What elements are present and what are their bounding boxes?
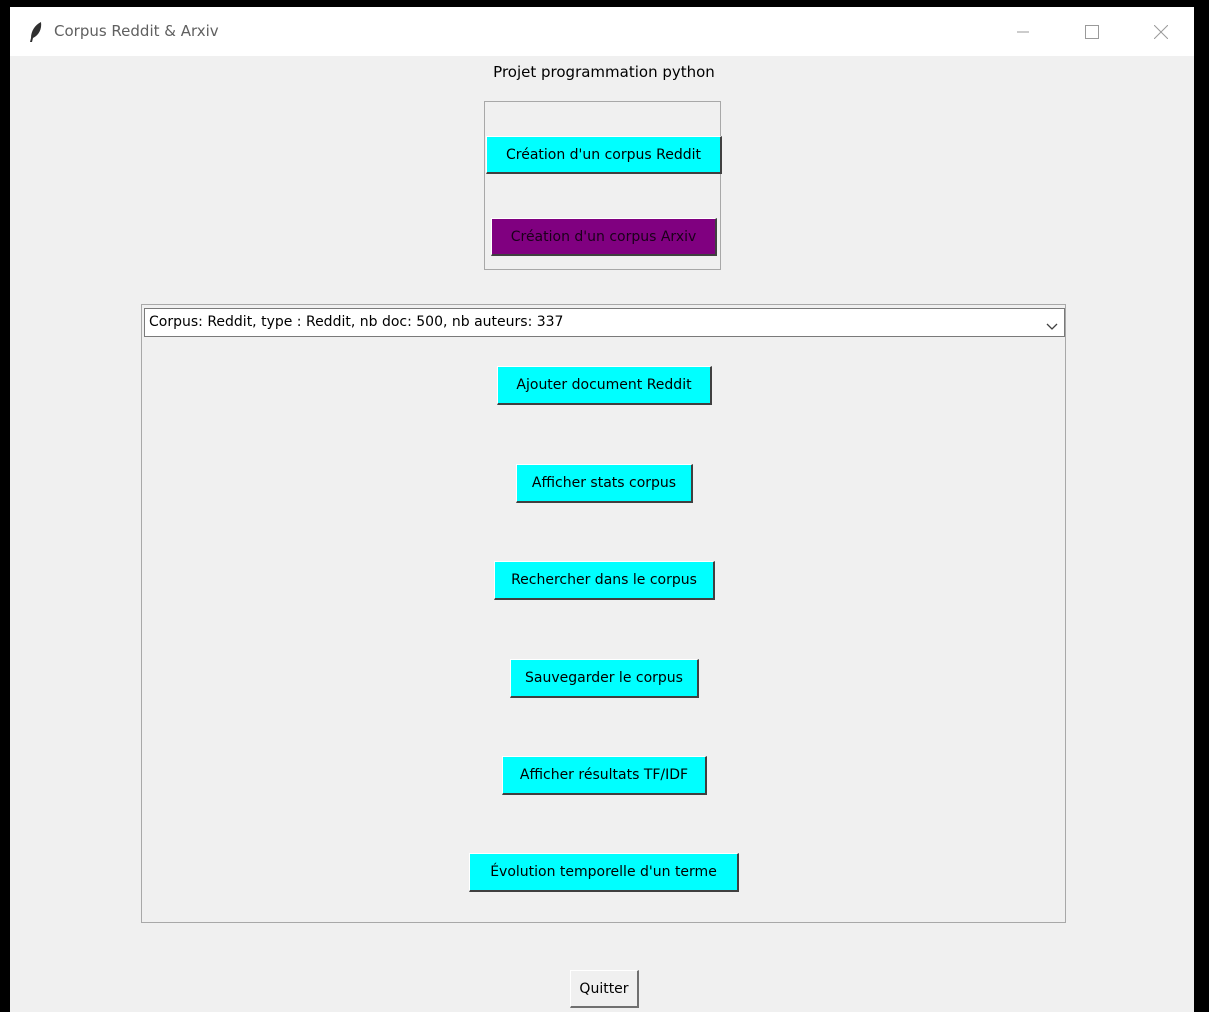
save-corpus-button[interactable]: Sauvegarder le corpus (510, 659, 699, 698)
chevron-down-icon[interactable] (1046, 317, 1058, 330)
feather-icon (29, 21, 43, 43)
window-title: Corpus Reddit & Arxiv (54, 22, 219, 40)
create-arxiv-corpus-button[interactable]: Création d'un corpus Arxiv (491, 218, 717, 256)
term-evolution-button[interactable]: Évolution temporelle d'un terme (469, 853, 739, 892)
create-reddit-corpus-button[interactable]: Création d'un corpus Reddit (486, 136, 722, 174)
minimize-icon[interactable] (1000, 17, 1046, 47)
page-title: Projet programmation python (493, 63, 715, 81)
title-bar[interactable]: Corpus Reddit & Arxiv (10, 7, 1194, 56)
show-tfidf-results-button[interactable]: Afficher résultats TF/IDF (502, 756, 707, 795)
quit-button[interactable]: Quitter (570, 970, 639, 1008)
show-corpus-stats-button[interactable]: Afficher stats corpus (516, 464, 693, 503)
add-reddit-document-button[interactable]: Ajouter document Reddit (497, 366, 712, 405)
corpus-select-value: Corpus: Reddit, type : Reddit, nb doc: 5… (149, 314, 564, 330)
corpus-select[interactable]: Corpus: Reddit, type : Reddit, nb doc: 5… (144, 308, 1065, 337)
search-corpus-button[interactable]: Rechercher dans le corpus (494, 561, 715, 600)
app-window: Corpus Reddit & Arxiv Projet programmati… (10, 7, 1194, 1012)
maximize-icon[interactable] (1069, 17, 1115, 47)
close-icon[interactable] (1138, 17, 1184, 47)
